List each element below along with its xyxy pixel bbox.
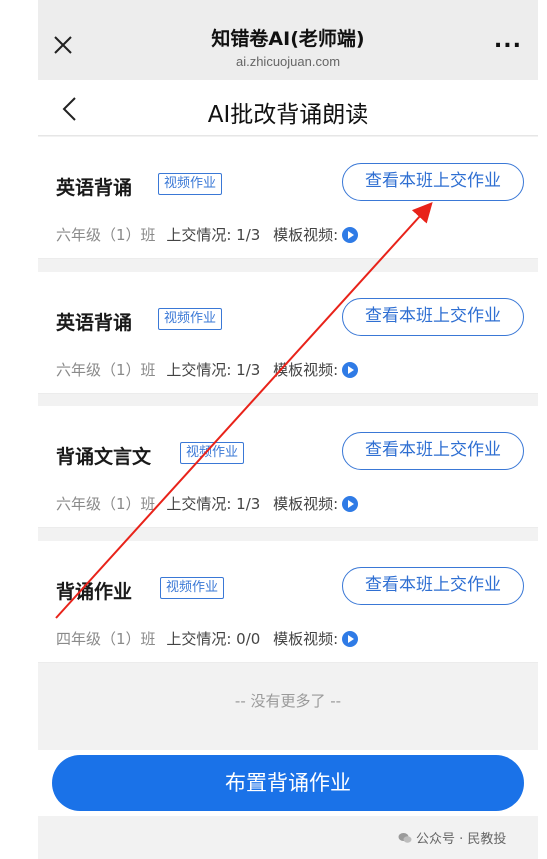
homework-type-tag: 视频作业 — [160, 577, 225, 599]
homework-type-tag: 视频作业 — [158, 173, 223, 195]
homework-type-tag: 视频作业 — [180, 442, 245, 464]
submission-label: 上交情况: — [166, 630, 237, 648]
page-title: AI批改背诵朗读 — [207, 102, 369, 128]
view-submissions-button[interactable]: 查看本班上交作业 — [342, 298, 524, 336]
page-header: AI批改背诵朗读 — [38, 80, 538, 136]
class-name: 六年级（1）班 — [56, 226, 156, 244]
class-name: 六年级（1）班 — [56, 361, 156, 379]
play-icon[interactable] — [342, 631, 359, 647]
view-submissions-button[interactable]: 查看本班上交作业 — [342, 163, 524, 201]
watermark-text: 公众号 · 民教投 — [416, 832, 507, 847]
play-icon[interactable] — [342, 496, 359, 512]
submission-label: 上交情况: — [166, 226, 237, 244]
browser-bar: 知错卷AI(老师端) ai.zhicuojuan.com ... — [38, 0, 538, 80]
submission-label: 上交情况: — [166, 495, 237, 513]
homework-card: 英语背诵 视频作业 查看本班上交作业 六年级（1）班 上交情况: 1/3 模板视… — [38, 137, 538, 259]
more-icon[interactable]: ... — [494, 30, 522, 52]
class-name: 六年级（1）班 — [56, 495, 156, 513]
homework-meta: 六年级（1）班 上交情况: 1/3 模板视频: — [56, 493, 359, 514]
homework-card: 英语背诵 视频作业 查看本班上交作业 六年级（1）班 上交情况: 1/3 模板视… — [38, 272, 538, 394]
homework-card: 背诵作业 视频作业 查看本班上交作业 四年级（1）班 上交情况: 0/0 模板视… — [38, 541, 538, 663]
submission-count: 1/3 — [236, 361, 261, 379]
homework-name: 背诵作业 — [56, 581, 133, 603]
assign-recitation-button[interactable]: 布置背诵作业 — [52, 755, 524, 811]
browser-url: ai.zhicuojuan.com — [235, 54, 341, 69]
template-video-label: 模板视频: — [273, 226, 339, 244]
wechat-icon — [398, 833, 412, 843]
view-submissions-button[interactable]: 查看本班上交作业 — [342, 567, 524, 605]
no-more-text: -- 没有更多了 -- — [234, 692, 342, 710]
homework-meta: 四年级（1）班 上交情况: 0/0 模板视频: — [56, 628, 359, 649]
submission-count: 1/3 — [236, 226, 261, 244]
template-video-label: 模板视频: — [273, 361, 339, 379]
submission-count: 1/3 — [236, 495, 261, 513]
template-video-label: 模板视频: — [273, 495, 339, 513]
class-name: 四年级（1）班 — [56, 630, 156, 648]
play-icon[interactable] — [342, 227, 359, 243]
template-video-label: 模板视频: — [273, 630, 339, 648]
watermark: 公众号 · 民教投 — [398, 828, 506, 847]
submission-label: 上交情况: — [166, 361, 237, 379]
homework-name: 背诵文言文 — [56, 446, 152, 468]
homework-name: 英语背诵 — [56, 177, 133, 199]
homework-meta: 六年级（1）班 上交情况: 1/3 模板视频: — [56, 224, 359, 245]
homework-type-tag: 视频作业 — [158, 308, 223, 330]
browser-title: 知错卷AI(老师端) — [211, 28, 365, 50]
submission-count: 0/0 — [236, 630, 261, 648]
homework-card: 背诵文言文 视频作业 查看本班上交作业 六年级（1）班 上交情况: 1/3 模板… — [38, 406, 538, 528]
play-icon[interactable] — [342, 362, 359, 378]
homework-meta: 六年级（1）班 上交情况: 1/3 模板视频: — [56, 359, 359, 380]
view-submissions-button[interactable]: 查看本班上交作业 — [342, 432, 524, 470]
homework-name: 英语背诵 — [56, 312, 133, 334]
